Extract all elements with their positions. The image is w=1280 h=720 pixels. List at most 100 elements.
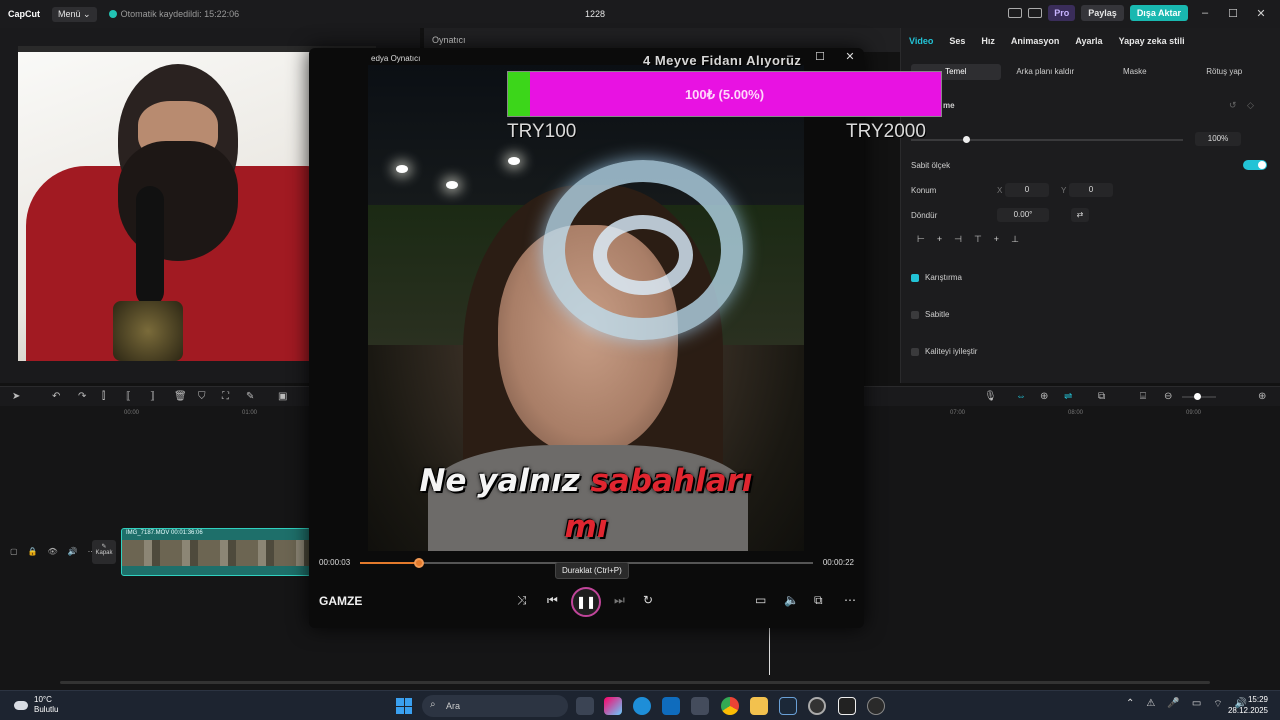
pro-badge[interactable]: Pro [1048,5,1076,21]
keyboard-shortcuts-icon[interactable] [1028,8,1043,18]
outlook-icon[interactable] [662,697,680,715]
subtab-mask[interactable]: Maske [1090,64,1180,80]
obs-icon[interactable] [808,697,826,715]
file-explorer-icon[interactable] [750,697,768,715]
menu-button[interactable]: Menü ⌄ [52,6,97,22]
cover-button[interactable]: ✎ Kapak [92,540,116,564]
zoom-slider-knob[interactable] [1194,393,1201,400]
align-left-icon[interactable]: ⊢ [917,234,925,248]
miniplayer-icon[interactable]: ⧉ [814,593,823,608]
crop-icon[interactable]: ⛶ [222,391,229,402]
chrome-icon[interactable] [721,697,739,715]
preview-axis-icon[interactable]: ⊕ [1040,391,1048,402]
copilot-icon[interactable] [604,697,622,715]
auto-reframe-icon[interactable]: ✎ [246,391,254,402]
player-close-icon[interactable]: ✕ [840,50,860,63]
keyframe-icon[interactable]: ◇ [1247,100,1254,111]
wifi-icon[interactable]: ⌔ [1213,698,1222,711]
video-frame[interactable]: Ne yalnız sabahları mı [368,65,804,551]
taskbar-search[interactable]: ⌕ Ara [422,695,568,717]
split-icon[interactable]: ⫿ [102,391,105,402]
reset-icon[interactable]: ↺ [1229,100,1237,111]
tab-ai-style[interactable]: Yapay zeka stili [1119,36,1185,46]
zoom-slider[interactable] [1182,393,1216,400]
maximize-icon[interactable]: ☐ [1222,7,1244,20]
chevron-up-icon[interactable]: ⌃ [1126,698,1134,711]
captions-icon[interactable]: ▭ [755,593,766,607]
project-title[interactable]: 1228 [585,9,605,19]
pos-x-input[interactable]: 0 [1005,183,1049,197]
scale-value[interactable]: 100% [1195,132,1241,146]
blend-label[interactable]: Karıştırma [925,273,962,282]
more-options-icon[interactable]: ⋯ [844,593,856,607]
split-view-icon[interactable]: ⧉ [1098,391,1105,402]
shield-icon[interactable]: ⛉ [198,391,206,402]
flip-button[interactable]: ⇄ [1071,208,1089,222]
align-bottom-icon[interactable]: ⊥ [1011,234,1019,248]
share-button[interactable]: Paylaş [1081,5,1124,21]
volume-icon[interactable]: 🔈 [784,593,799,607]
close-icon[interactable]: ✕ [1250,7,1272,20]
video-clip[interactable]: IMG_7187.MOV 00:01:36:06 [121,528,311,576]
microphone-icon[interactable]: 🎤 [1167,698,1179,711]
timeline-scrollbar[interactable] [60,681,1210,684]
blend-checkbox[interactable] [911,274,919,282]
scale-slider[interactable] [911,136,1183,143]
capcut-taskbar-icon[interactable] [838,697,856,715]
previous-icon[interactable]: ⏮ [547,593,558,608]
record-mic-icon[interactable]: 🎙 [984,391,997,402]
tab-speed[interactable]: Hız [981,36,995,46]
redo-icon[interactable]: ↷ [78,391,86,402]
player-maximize-icon[interactable]: ☐ [810,50,830,63]
pause-button[interactable]: ❚❚ [571,587,601,617]
align-top-icon[interactable]: ⊤ [974,234,982,248]
zoom-out-icon[interactable]: ⊖ [1164,391,1172,402]
windows-start-icon[interactable] [396,698,412,714]
seek-bar-knob[interactable] [413,558,424,568]
tab-adjust[interactable]: Ayarla [1075,36,1102,46]
enhance-checkbox[interactable] [911,348,919,356]
caption-icon[interactable]: ⌸ [1140,391,1146,402]
trim-left-icon[interactable]: ⟦ [126,391,131,402]
rotate-input[interactable]: 0.00° [997,208,1049,222]
tab-audio[interactable]: Ses [949,36,965,46]
scale-slider-knob[interactable] [963,136,970,143]
display-icon[interactable]: ▭ [1192,698,1201,711]
track-audio-icon[interactable]: 🔊 [68,547,78,556]
stabilize-checkbox[interactable] [911,311,919,319]
delete-icon[interactable]: 🗑 [174,391,187,402]
snapshot-icon[interactable]: ▣ [278,391,287,402]
link-icon[interactable]: ⇔ [1016,391,1026,402]
media-player-taskbar-icon[interactable] [867,697,885,715]
uniform-scale-toggle[interactable] [1243,160,1267,170]
clock[interactable]: 15:29 28.12.2025 [1228,694,1268,716]
tab-video[interactable]: Video [909,36,933,46]
subtab-retouch[interactable]: Rötuş yap [1180,64,1270,80]
steam-icon[interactable] [779,697,797,715]
minimize-icon[interactable]: – [1194,7,1216,19]
align-center-v-icon[interactable]: + [994,234,999,248]
align-right-icon[interactable]: ⊣ [954,234,962,248]
stabilize-label[interactable]: Sabitle [925,310,949,319]
subtab-remove-bg[interactable]: Arka planı kaldır [1001,64,1091,80]
store-icon[interactable] [691,697,709,715]
select-tool-icon[interactable]: ➤ [12,391,20,402]
tab-animation[interactable]: Animasyon [1011,36,1060,46]
repeat-icon[interactable]: ↻ [643,593,653,607]
pos-y-input[interactable]: 0 [1069,183,1113,197]
trim-right-icon[interactable]: ⟧ [150,391,155,402]
weather-widget[interactable]: 10°C Bulutlu [14,695,58,715]
edge-icon[interactable] [633,697,651,715]
track-hide-icon[interactable]: ▢ [10,547,18,556]
zoom-in-icon[interactable]: ⊕ [1258,391,1266,402]
undo-icon[interactable]: ↶ [52,391,60,402]
task-view-icon[interactable] [576,697,594,715]
align-center-h-icon[interactable]: + [937,234,942,248]
layout-icon[interactable] [1008,8,1023,18]
export-button[interactable]: Dışa Aktar [1129,5,1188,21]
track-lock-icon[interactable]: 🔒 [28,547,38,556]
enhance-label[interactable]: Kaliteyi iyileştir [925,347,977,356]
next-icon[interactable]: ⏭ [614,593,625,608]
magnet-icon[interactable]: ⇌ [1064,391,1072,402]
track-visibility-icon[interactable]: 👁 [48,547,58,556]
